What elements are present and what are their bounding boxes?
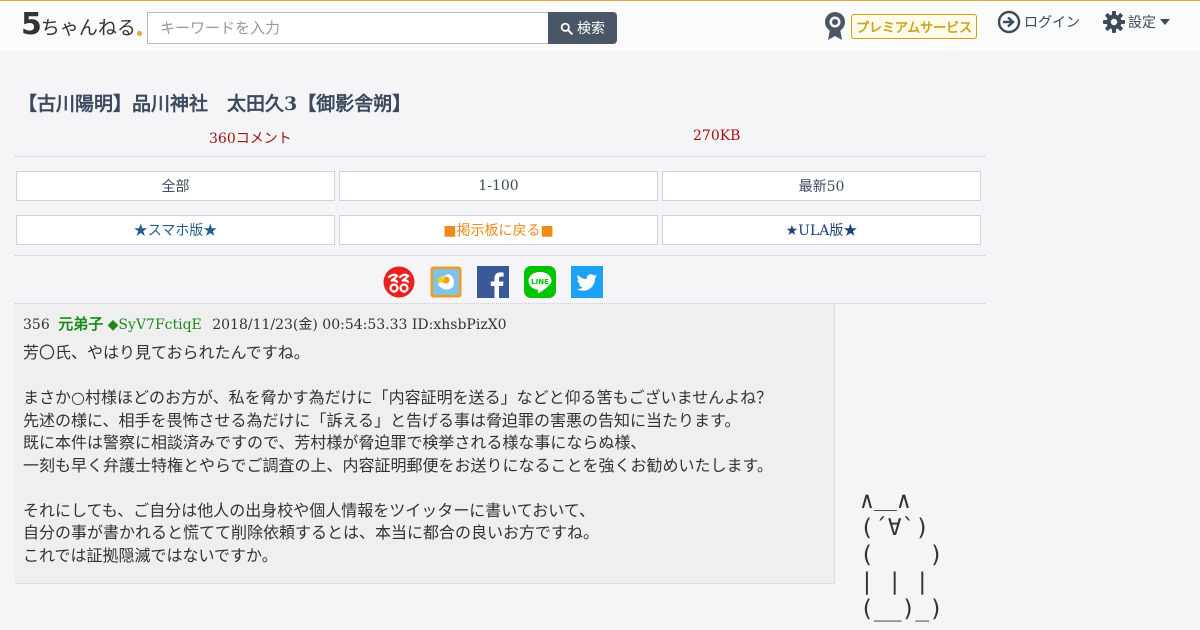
post-trip: ◆SyV7FctiqE	[107, 317, 202, 333]
settings-label: 設定	[1128, 15, 1156, 31]
post-header: 356 元弟子 ◆SyV7FctiqE 2018/11/23(金) 00:54:…	[23, 313, 507, 334]
premium-service[interactable]: プレミアムサービス	[823, 11, 978, 41]
search-icon	[560, 22, 573, 35]
settings-menu[interactable]: 設定	[1102, 10, 1170, 34]
ula-version-link[interactable]: ★ULA版★	[662, 215, 981, 245]
login-link[interactable]: ログイン	[997, 10, 1080, 34]
posts-1-100-button[interactable]: 1-100	[339, 171, 658, 201]
post-number[interactable]: 356	[23, 317, 50, 333]
back-to-board-link[interactable]: ■掲示板に戻る■	[339, 215, 658, 245]
all-posts-button[interactable]: 全部	[16, 171, 335, 201]
latest-50-button[interactable]: 最新50	[662, 171, 981, 201]
search-button[interactable]: 検索	[548, 12, 617, 44]
logo-text: ちゃんねる	[40, 17, 136, 39]
search-input[interactable]	[147, 12, 549, 44]
search-button-label: 検索	[577, 21, 605, 37]
ascii-art: ∧＿∧ (´∀`) ( ) | | | (__)_)	[860, 488, 944, 622]
facebook-icon[interactable]	[477, 266, 509, 298]
post-date: 2018/11/23(金) 00:54:53.33	[212, 317, 408, 333]
divider	[15, 255, 985, 256]
chevron-down-icon	[1160, 19, 1170, 25]
line-logo: LINE	[524, 266, 556, 298]
gift-logo	[430, 266, 462, 298]
medal-icon	[825, 12, 845, 40]
gift-icon[interactable]	[430, 266, 462, 298]
gear-icon	[1103, 11, 1125, 33]
post-id[interactable]: ID:xhsbPizX0	[412, 317, 507, 333]
thread-title: 【古川陽明】品川神社 太田久3【御影舎朔】	[18, 93, 412, 115]
site-logo[interactable]: 5 ちゃんねる	[21, 10, 142, 40]
thread-size: 270KB	[693, 128, 741, 144]
login-icon	[997, 10, 1021, 34]
premium-label: プレミアムサービス	[851, 13, 978, 39]
smartphone-version-link[interactable]: ★スマホ版★	[16, 215, 335, 245]
post-author-name: 元弟子	[58, 315, 104, 333]
zzz-logo	[383, 266, 415, 298]
twitter-icon[interactable]	[571, 266, 603, 298]
facebook-logo	[477, 266, 509, 298]
divider	[15, 156, 985, 157]
post: 356 元弟子 ◆SyV7FctiqE 2018/11/23(金) 00:54:…	[15, 304, 835, 584]
comment-count: 360コメント	[209, 131, 292, 147]
logo-dot	[136, 31, 142, 36]
twitter-logo	[571, 266, 603, 298]
post-body: 芳〇氏、やはり見ておられたんですね。 まさか○村様ほどのお方が、私を脅かす為だけ…	[23, 343, 773, 565]
svg-text:LINE: LINE	[531, 278, 549, 286]
zzz-icon[interactable]	[383, 266, 415, 298]
line-icon[interactable]: LINE	[524, 266, 556, 298]
logo-five: 5	[21, 7, 42, 42]
top-bar: 5 ちゃんねる 検索 プレミアムサービス ログイン	[0, 0, 1200, 51]
login-label: ログイン	[1024, 15, 1080, 31]
